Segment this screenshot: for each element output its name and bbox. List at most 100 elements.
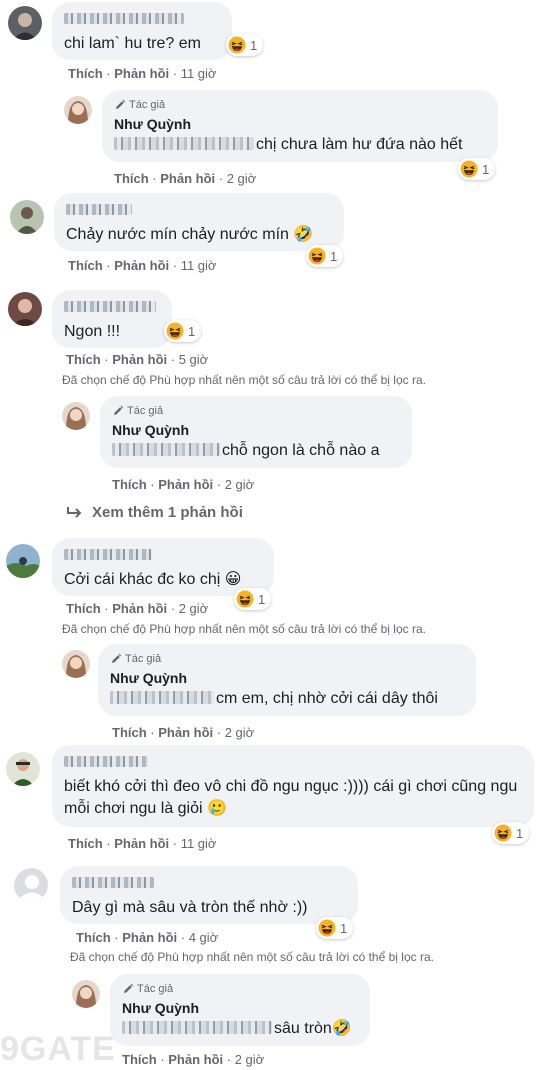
- author-badge: Tác giả: [114, 98, 486, 112]
- haha-emoji-icon: [494, 824, 512, 842]
- reply-button[interactable]: Phản hồi: [158, 477, 213, 492]
- watermark: 9GATE: [0, 1030, 116, 1068]
- timestamp[interactable]: 11 giờ: [181, 836, 217, 851]
- reply-button[interactable]: Phản hồi: [114, 66, 169, 81]
- comment-actions: Thích · Phản hồi · 11 giờ: [68, 836, 217, 851]
- like-button[interactable]: Thích: [114, 171, 149, 186]
- author-avatar[interactable]: [62, 402, 90, 430]
- like-button[interactable]: Thích: [66, 352, 101, 367]
- comment-actions: Thích · Phản hồi · 11 giờ: [68, 66, 217, 81]
- mention-tag[interactable]: [112, 443, 220, 456]
- timestamp[interactable]: 2 giờ: [235, 1052, 265, 1067]
- reply-author-name[interactable]: Như Quỳnh: [114, 115, 486, 134]
- reply-button[interactable]: Phản hồi: [112, 352, 167, 367]
- timestamp[interactable]: 2 giờ: [225, 477, 255, 492]
- comment-bubble: Dây gì mà sâu và tròn thế nhờ :)): [60, 866, 358, 924]
- avatar[interactable]: [6, 752, 40, 786]
- reply-text: sâu tròn🤣: [122, 1018, 358, 1040]
- blurred-username[interactable]: [64, 301, 156, 313]
- like-button[interactable]: Thích: [68, 836, 103, 851]
- reply-text-body: chị chưa làm hư đứa nào hết: [256, 136, 463, 153]
- pencil-icon: [110, 653, 122, 665]
- blurred-username[interactable]: [72, 877, 154, 889]
- timestamp[interactable]: 2 giờ: [227, 171, 257, 186]
- reply-author-name[interactable]: Như Quỳnh: [112, 421, 400, 440]
- reply-button[interactable]: Phản hồi: [168, 1052, 223, 1067]
- like-button[interactable]: Thích: [122, 1052, 157, 1067]
- reply-button[interactable]: Phản hồi: [114, 836, 169, 851]
- pencil-icon: [112, 405, 124, 417]
- author-avatar[interactable]: [62, 650, 90, 678]
- reaction-count[interactable]: 1: [234, 588, 272, 610]
- reply-text-body: sâu tròn🤣: [274, 1020, 352, 1037]
- timestamp[interactable]: 4 giờ: [189, 930, 219, 945]
- avatar[interactable]: [8, 292, 42, 326]
- comment-text: Cởi cái khác đc ko chị 😀: [64, 571, 242, 588]
- reply-bubble: Tác giả Như Quỳnh sâu tròn🤣: [110, 974, 370, 1046]
- like-button[interactable]: Thích: [68, 258, 103, 273]
- reply-button[interactable]: Phản hồi: [122, 930, 177, 945]
- mention-tag[interactable]: [114, 137, 254, 150]
- author-badge-label: Tác giả: [137, 983, 174, 995]
- avatar[interactable]: [10, 200, 44, 234]
- reaction-number: 1: [482, 161, 490, 177]
- author-badge: Tác giả: [122, 982, 358, 996]
- reaction-number: 1: [330, 248, 338, 264]
- reaction-count[interactable]: 1: [316, 917, 354, 939]
- see-more-replies[interactable]: Xem thêm 1 phản hồi: [66, 504, 243, 521]
- comment-actions: Thích · Phản hồi · 4 giờ: [76, 930, 219, 945]
- blurred-username[interactable]: [66, 204, 132, 216]
- blurred-username[interactable]: [64, 13, 184, 25]
- like-button[interactable]: Thích: [68, 66, 103, 81]
- timestamp[interactable]: 2 giờ: [179, 601, 209, 616]
- comment-text: biết khó cởi thì đeo vô chi đồ ngu ngục …: [64, 778, 518, 817]
- blurred-username[interactable]: [64, 549, 152, 561]
- blurred-username[interactable]: [64, 756, 148, 768]
- mention-tag[interactable]: [110, 691, 214, 704]
- reply-actions: Thích · Phản hồi · 2 giờ: [122, 1052, 265, 1067]
- reaction-number: 1: [250, 37, 258, 53]
- reply-button[interactable]: Phản hồi: [114, 258, 169, 273]
- like-button[interactable]: Thích: [76, 930, 111, 945]
- reaction-count[interactable]: 1: [164, 320, 202, 342]
- author-badge: Tác giả: [110, 652, 464, 666]
- reply-author-name[interactable]: Như Quỳnh: [110, 669, 464, 688]
- comment-text: Ngon !!!: [64, 323, 121, 340]
- timestamp[interactable]: 2 giờ: [225, 725, 255, 740]
- comment-actions: Thích · Phản hồi · 2 giờ: [66, 601, 209, 616]
- timestamp[interactable]: 5 giờ: [179, 352, 209, 367]
- see-more-label[interactable]: Xem thêm 1 phản hồi: [92, 504, 243, 521]
- like-button[interactable]: Thích: [66, 601, 101, 616]
- comment-bubble: chi lam` hu tre? em: [52, 2, 232, 60]
- reaction-count[interactable]: 1: [458, 158, 496, 180]
- reply-text: chị chưa làm hư đứa nào hết: [114, 134, 486, 156]
- reply-actions: Thích · Phản hồi · 2 giờ: [112, 477, 255, 492]
- comment-bubble: Ngon !!!: [52, 290, 172, 348]
- reply-author-name[interactable]: Như Quỳnh: [122, 999, 358, 1018]
- comment-bubble: Cởi cái khác đc ko chị 😀: [52, 538, 274, 596]
- comment-actions: Thích · Phản hồi · 11 giờ: [68, 258, 217, 273]
- haha-emoji-icon: [308, 247, 326, 265]
- reaction-count[interactable]: 1: [226, 34, 264, 56]
- haha-emoji-icon: [236, 590, 254, 608]
- haha-emoji-icon: [228, 36, 246, 54]
- timestamp[interactable]: 11 giờ: [181, 258, 217, 273]
- reaction-count[interactable]: 1: [306, 245, 344, 267]
- avatar[interactable]: [14, 868, 48, 902]
- reply-button[interactable]: Phản hồi: [112, 601, 167, 616]
- timestamp[interactable]: 11 giờ: [181, 66, 217, 81]
- author-avatar[interactable]: [72, 980, 100, 1008]
- reply-bubble: Tác giả Như Quỳnh cm em, chị nhờ cởi cái…: [98, 644, 476, 716]
- mention-tag[interactable]: [122, 1021, 272, 1034]
- reaction-number: 1: [188, 323, 196, 339]
- reply-button[interactable]: Phản hồi: [160, 171, 215, 186]
- reaction-count[interactable]: 1: [492, 822, 530, 844]
- reply-text: chỗ ngon là chỗ nào a: [112, 440, 400, 462]
- like-button[interactable]: Thích: [112, 725, 147, 740]
- author-avatar[interactable]: [64, 96, 92, 124]
- avatar[interactable]: [6, 544, 40, 578]
- reply-button[interactable]: Phản hồi: [158, 725, 213, 740]
- like-button[interactable]: Thích: [112, 477, 147, 492]
- comment-bubble: biết khó cởi thì đeo vô chi đồ ngu ngục …: [52, 745, 534, 827]
- avatar[interactable]: [8, 6, 42, 40]
